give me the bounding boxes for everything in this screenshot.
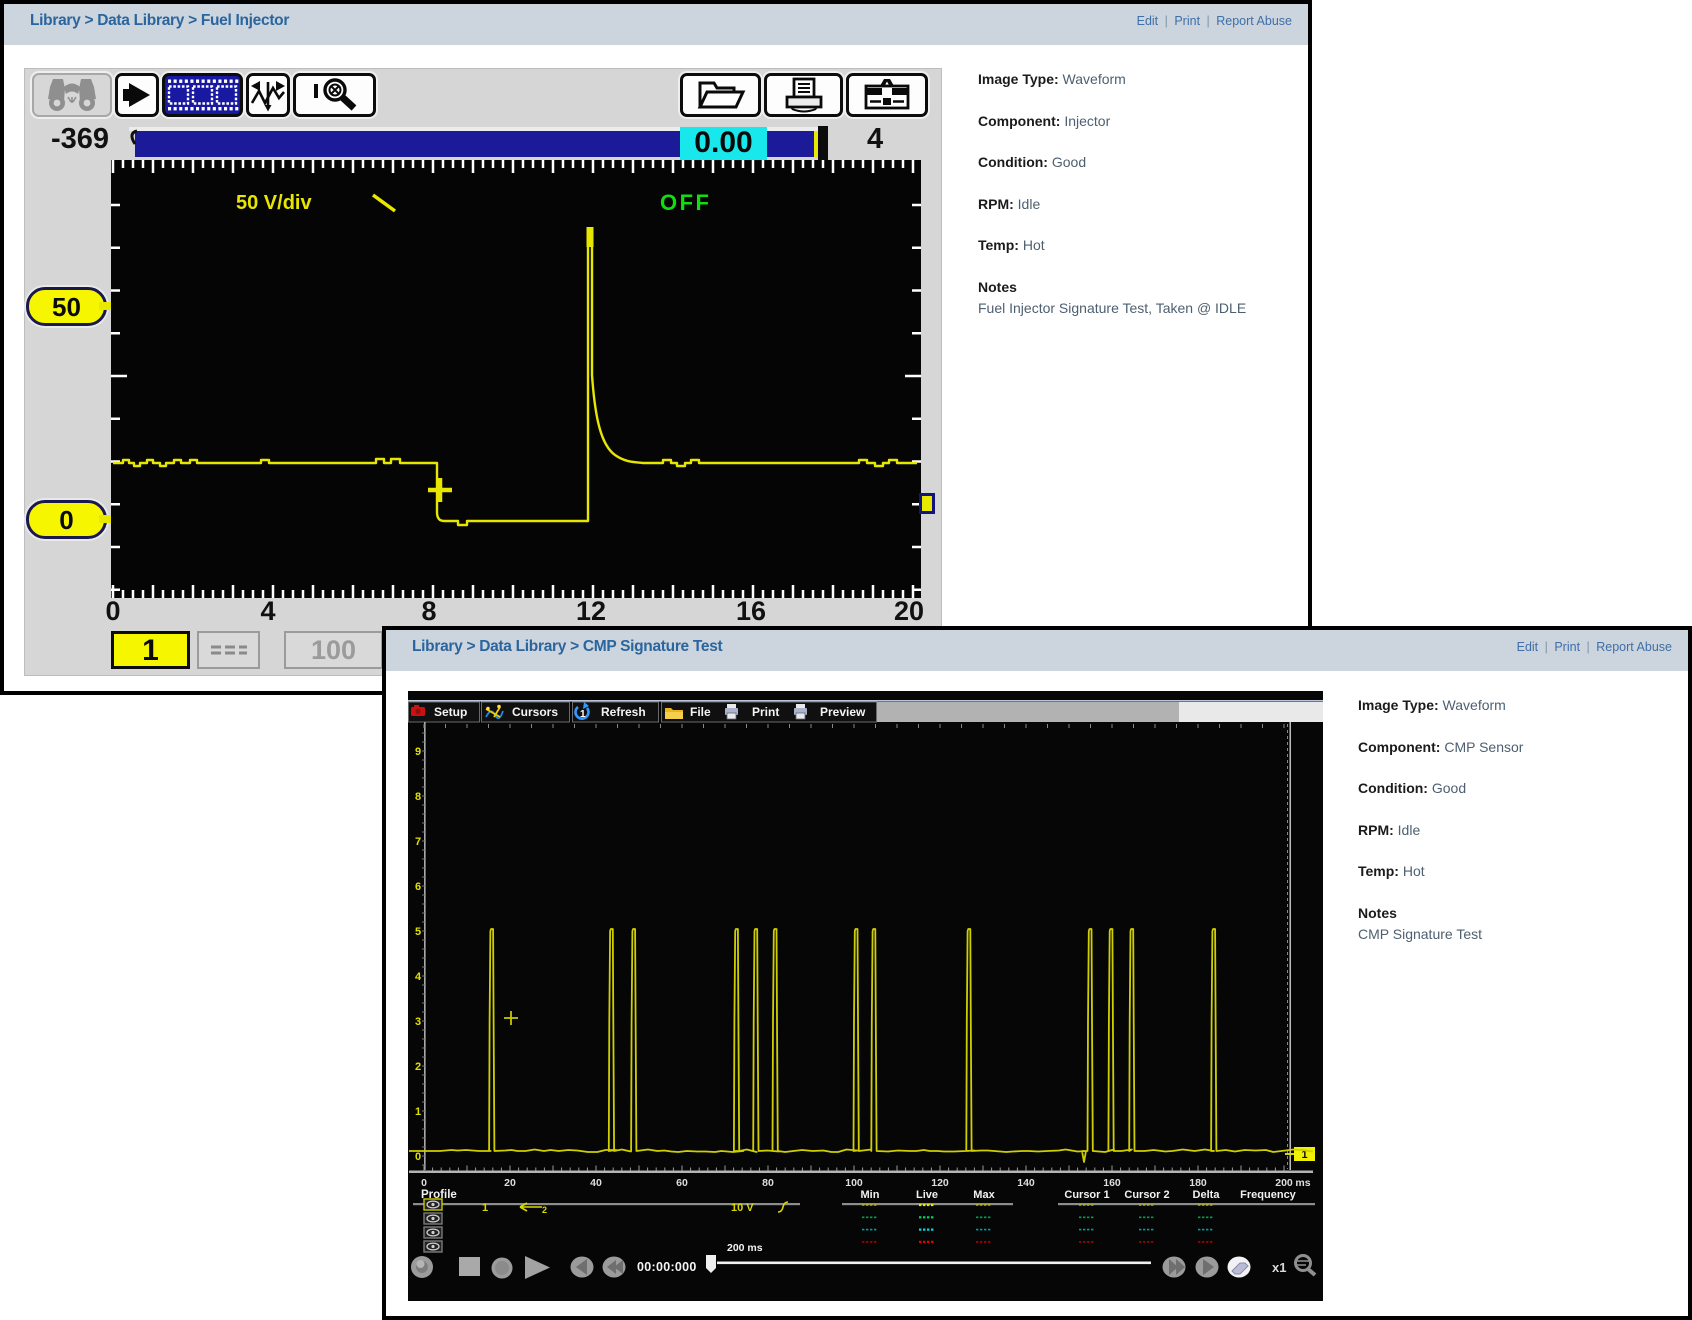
svg-text:Max: Max — [973, 1189, 995, 1201]
svg-text:100: 100 — [845, 1177, 863, 1189]
svg-text:0: 0 — [415, 1151, 421, 1163]
svg-text:Frequency: Frequency — [1240, 1189, 1297, 1201]
svg-text:140: 140 — [1017, 1177, 1035, 1189]
svg-text:1: 1 — [415, 1106, 421, 1118]
svg-text:4: 4 — [415, 971, 422, 983]
svg-text:5: 5 — [415, 926, 421, 938]
svg-text:Cursor 1: Cursor 1 — [1064, 1189, 1109, 1201]
svg-text:x1: x1 — [1272, 1260, 1286, 1275]
svg-text:180: 180 — [1189, 1177, 1207, 1189]
svg-text:7: 7 — [415, 836, 421, 848]
svg-text:40: 40 — [590, 1177, 602, 1189]
svg-text:10 V: 10 V — [731, 1202, 754, 1214]
svg-text:9: 9 — [415, 746, 421, 758]
svg-text:Delta: Delta — [1193, 1189, 1221, 1201]
svg-text:2: 2 — [415, 1061, 421, 1073]
svg-text:Preview: Preview — [820, 705, 866, 719]
svg-text:00:00:000: 00:00:000 — [637, 1260, 697, 1274]
svg-text:6: 6 — [415, 881, 421, 893]
svg-text:Print: Print — [752, 705, 779, 719]
svg-text:Refresh: Refresh — [601, 705, 646, 719]
svg-text:OFF: OFF — [660, 190, 712, 215]
svg-text:8: 8 — [415, 791, 421, 803]
svg-text:0: 0 — [421, 1177, 427, 1189]
svg-text:1: 1 — [482, 1202, 488, 1214]
svg-text:200 ms: 200 ms — [727, 1242, 763, 1254]
svg-text:120: 120 — [931, 1177, 949, 1189]
svg-text:Cursors: Cursors — [512, 705, 558, 719]
svg-text:3: 3 — [415, 1016, 421, 1028]
svg-text:1: 1 — [580, 709, 586, 720]
svg-text:2: 2 — [542, 1205, 547, 1215]
svg-text:File: File — [690, 705, 711, 719]
svg-text:Setup: Setup — [434, 705, 467, 719]
svg-text:160: 160 — [1103, 1177, 1121, 1189]
svg-text:20: 20 — [504, 1177, 516, 1189]
svg-text:200: 200 — [1275, 1177, 1293, 1189]
svg-text:Min: Min — [861, 1189, 880, 1201]
svg-text:Live: Live — [916, 1189, 938, 1201]
svg-text:60: 60 — [676, 1177, 688, 1189]
svg-text:Cursor 2: Cursor 2 — [1124, 1189, 1169, 1201]
svg-text:80: 80 — [762, 1177, 774, 1189]
svg-text:ms: ms — [1295, 1177, 1310, 1189]
svg-text:50 V/div: 50 V/div — [236, 192, 312, 214]
